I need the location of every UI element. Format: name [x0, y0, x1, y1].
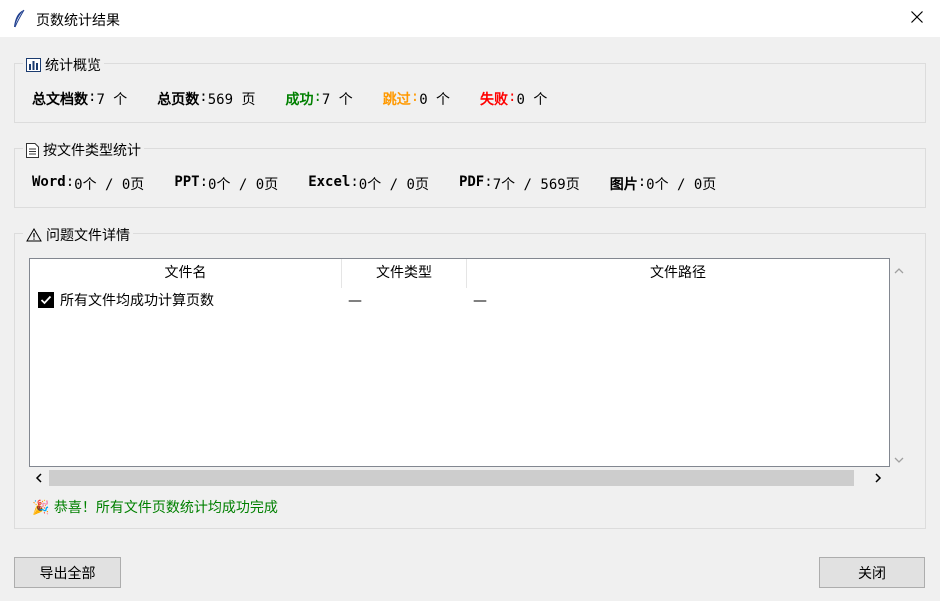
horizontal-scroll-thumb[interactable] [49, 470, 854, 486]
column-header-filepath[interactable]: 文件路径 [467, 259, 889, 288]
table-header: 文件名 文件类型 文件路径 [30, 259, 889, 288]
column-header-filetype[interactable]: 文件类型 [342, 259, 467, 288]
failed-label: 失败 [480, 92, 509, 108]
success-label: 成功 [285, 92, 314, 108]
success-message: 🎉 恭喜！所有文件页数统计均成功完成 [32, 500, 278, 516]
document-icon [26, 142, 39, 158]
summary-stats-row: 总文档数: 7 个 总页数: 569 页 成功: 7 个 跳过: 0 个 失败:… [32, 89, 548, 108]
row-filepath: — [473, 293, 487, 309]
total-docs-value: 7 个 [96, 92, 128, 108]
word-label: Word [32, 174, 66, 190]
column-header-filename[interactable]: 文件名 [30, 259, 342, 288]
by-type-legend-label: 按文件类型统计 [43, 143, 141, 159]
image-value: 0个 / 0页 [646, 177, 717, 193]
by-type-stats-row: Word: 0个 / 0页 PPT: 0个 / 0页 Excel: 0个 / 0… [32, 174, 717, 193]
issues-legend-label: 问题文件详情 [46, 228, 130, 244]
image-label: 图片 [609, 177, 638, 193]
by-type-legend: 按文件类型统计 [23, 140, 144, 160]
excel-label: Excel [308, 174, 351, 190]
checkbox-checked-icon [38, 292, 54, 308]
quill-feather-icon [12, 9, 26, 29]
scroll-up-icon[interactable] [894, 264, 904, 277]
pdf-label: PDF [458, 174, 485, 190]
issues-table[interactable]: 文件名 文件类型 文件路径 所有文件均成功计算页数 — — [29, 258, 890, 467]
failed-value: 0 个 [516, 92, 548, 108]
success-value: 7 个 [321, 92, 353, 108]
ppt-label: PPT [174, 174, 200, 190]
bar-chart-icon [26, 58, 41, 72]
scroll-left-icon[interactable] [35, 473, 42, 486]
horizontal-scrollbar[interactable] [29, 468, 890, 488]
issues-legend: 问题文件详情 [23, 225, 133, 245]
warning-icon [26, 228, 42, 242]
close-window-button[interactable] [894, 0, 940, 38]
word-value: 0个 / 0页 [74, 177, 145, 193]
skipped-label: 跳过 [382, 92, 411, 108]
ppt-value: 0个 / 0页 [208, 177, 279, 193]
title-bar: 页数统计结果 [0, 0, 940, 38]
excel-value: 0个 / 0页 [358, 177, 429, 193]
summary-legend: 统计概览 [23, 55, 104, 75]
skipped-value: 0 个 [419, 92, 451, 108]
close-button[interactable]: 关闭 [819, 557, 925, 588]
close-icon [911, 11, 923, 27]
scroll-down-icon[interactable] [894, 454, 904, 467]
vertical-scrollbar[interactable] [891, 260, 908, 467]
summary-legend-label: 统计概览 [45, 58, 101, 74]
scroll-right-icon[interactable] [875, 473, 882, 486]
total-docs-label: 总文档数 [32, 92, 88, 108]
row-filename-cell: 所有文件均成功计算页数 [30, 289, 342, 313]
export-all-button[interactable]: 导出全部 [14, 557, 121, 588]
row-filename: 所有文件均成功计算页数 [60, 293, 214, 309]
row-filetype: — [348, 293, 362, 309]
total-pages-value: 569 页 [207, 92, 256, 108]
pdf-value: 7个 / 569页 [492, 177, 580, 193]
total-pages-label: 总页数 [157, 92, 200, 108]
table-row[interactable]: 所有文件均成功计算页数 — — [30, 289, 889, 313]
window-title: 页数统计结果 [36, 13, 120, 29]
